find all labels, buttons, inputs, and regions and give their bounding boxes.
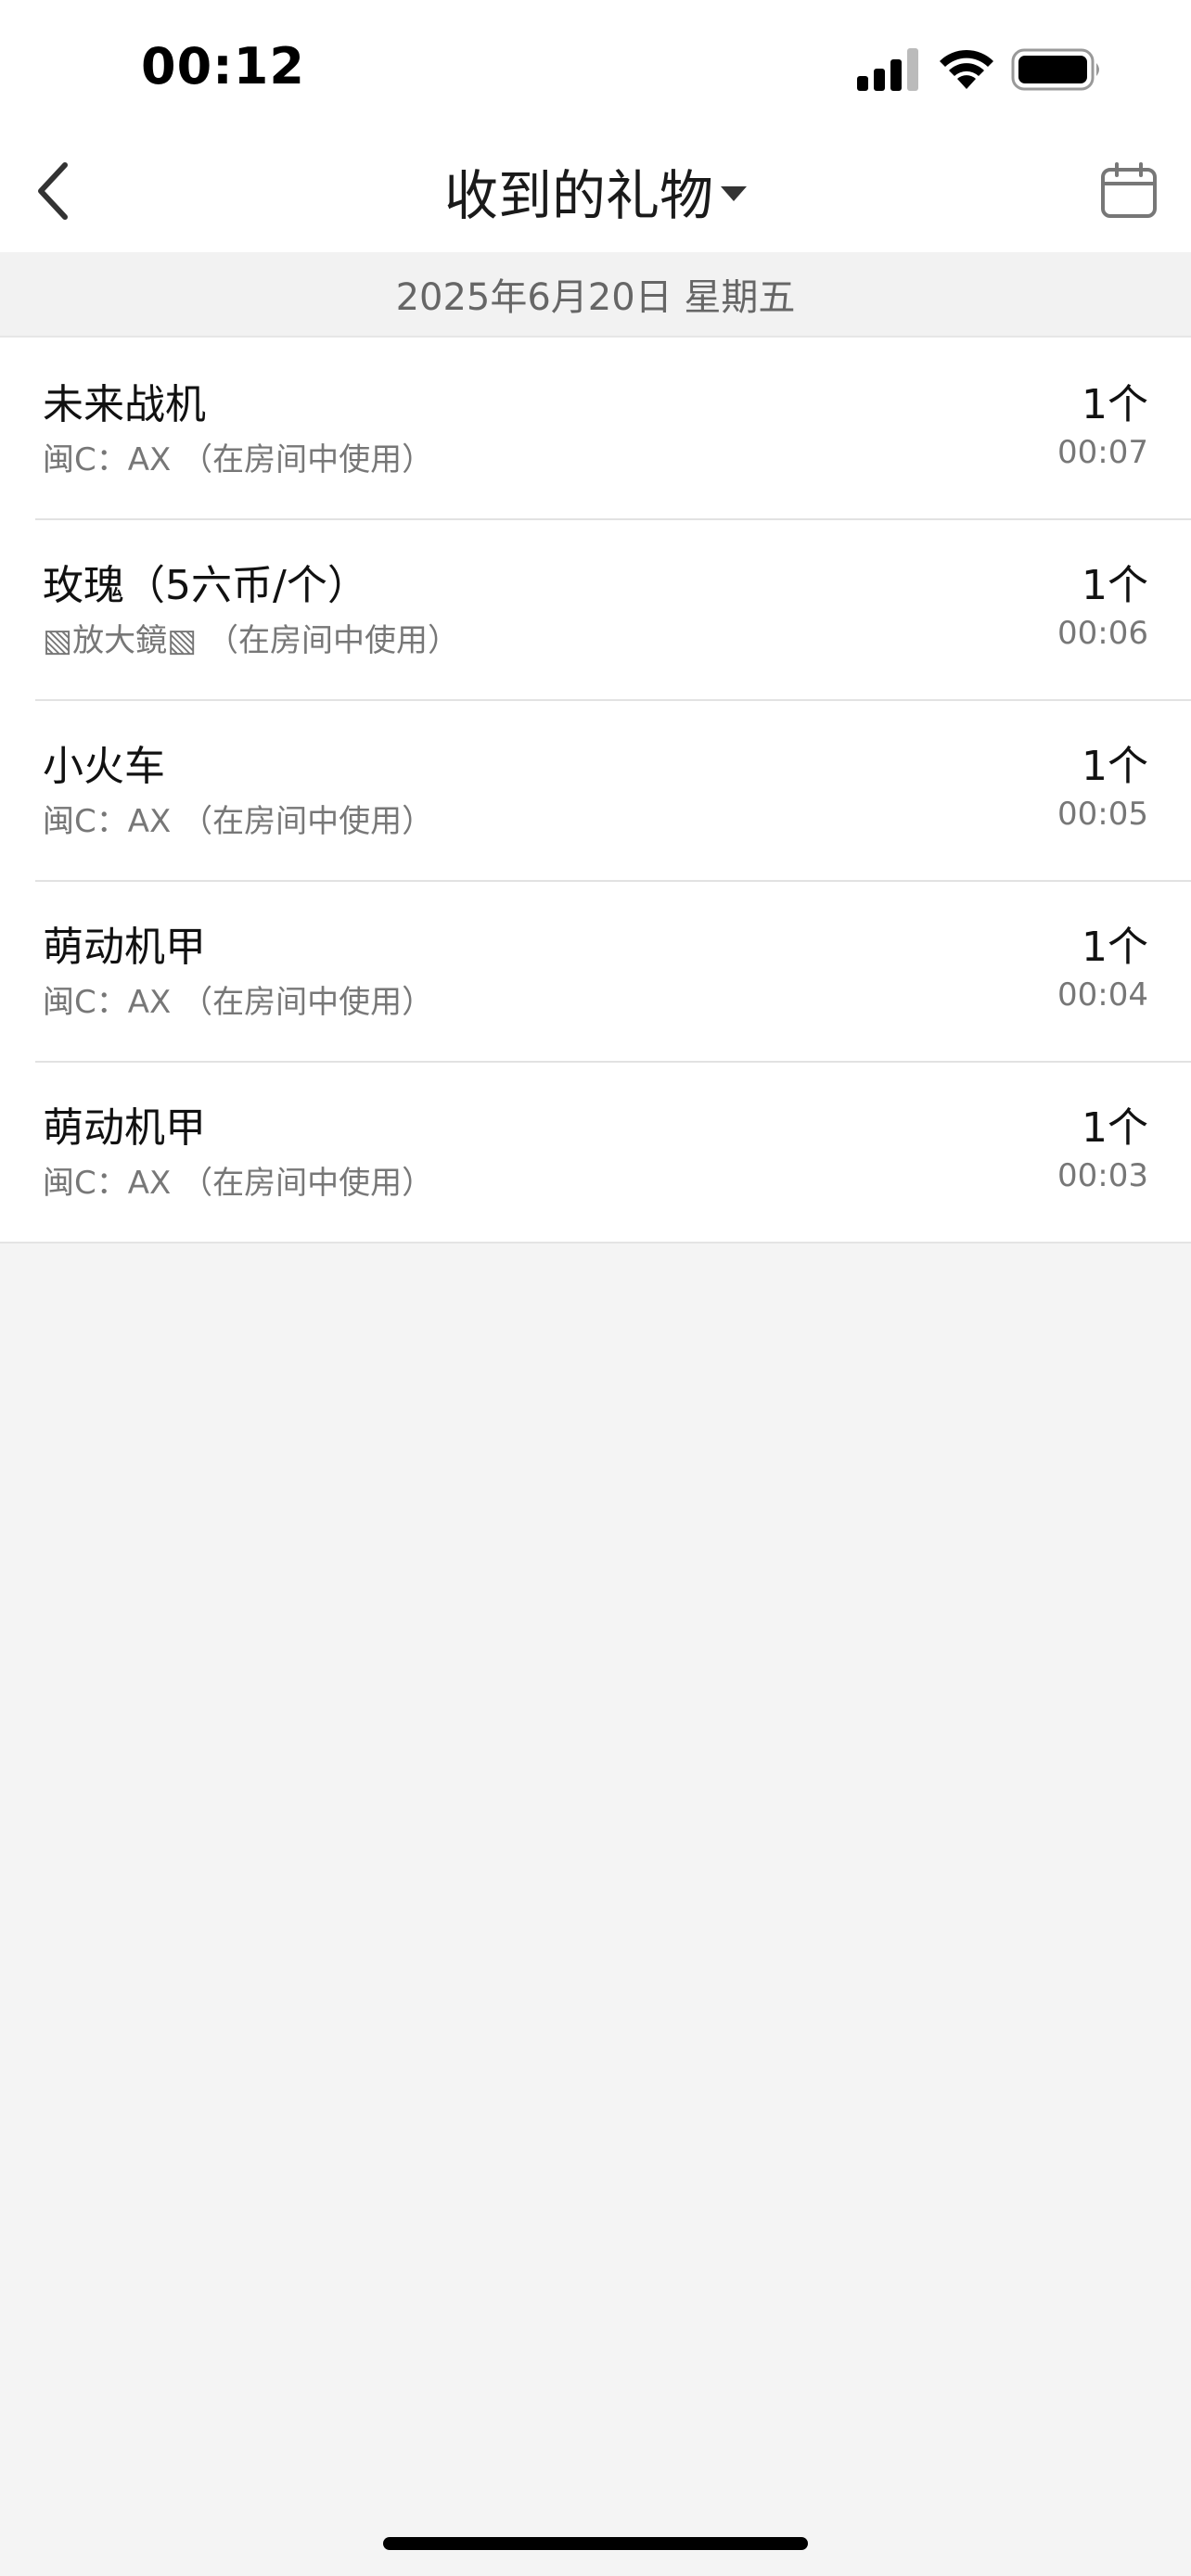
gift-row[interactable]: 小火车 闽C：AX （在房间中使用） 1个 00:05 <box>0 699 1191 880</box>
page-title: 收到的礼物 <box>443 164 713 227</box>
gift-time: 00:04 <box>1057 976 1148 1014</box>
wifi-icon <box>940 49 993 89</box>
status-time: 00:12 <box>141 37 305 96</box>
title-dropdown[interactable]: 收到的礼物 <box>0 130 1191 252</box>
gift-sender: ▧放大鏡▧ （在房间中使用） <box>43 622 460 659</box>
gift-count: 1个 <box>1082 1104 1148 1152</box>
gift-list: 未来战机 闽C：AX （在房间中使用） 1个 00:07 玫瑰（5六币/个） ▧… <box>0 338 1191 1243</box>
gift-name: 未来战机 <box>43 381 206 428</box>
gift-sender: 闽C：AX （在房间中使用） <box>43 803 434 840</box>
gift-row[interactable]: 萌动机甲 闽C：AX （在房间中使用） 1个 00:03 <box>0 1061 1191 1242</box>
gift-row[interactable]: 玫瑰（5六币/个） ▧放大鏡▧ （在房间中使用） 1个 00:06 <box>0 518 1191 699</box>
home-indicator[interactable] <box>383 2537 808 2550</box>
gift-count: 1个 <box>1082 924 1148 971</box>
cellular-signal-icon <box>857 48 918 91</box>
status-bar: 00:12 <box>0 0 1191 130</box>
gift-count: 1个 <box>1082 562 1148 609</box>
nav-bar: 收到的礼物 <box>0 130 1191 252</box>
gift-name: 萌动机甲 <box>43 924 206 971</box>
battery-icon <box>1011 48 1099 91</box>
gift-count: 1个 <box>1082 743 1148 790</box>
calendar-icon[interactable] <box>1100 161 1158 219</box>
caret-down-icon <box>721 186 747 201</box>
gift-name: 萌动机甲 <box>43 1104 206 1152</box>
gift-name: 小火车 <box>43 743 165 790</box>
gift-time: 00:07 <box>1057 434 1148 471</box>
gift-time: 00:06 <box>1057 615 1148 652</box>
gift-sender: 闽C：AX （在房间中使用） <box>43 441 434 478</box>
gift-sender: 闽C：AX （在房间中使用） <box>43 984 434 1021</box>
gift-time: 00:05 <box>1057 796 1148 833</box>
date-section-header: 2025年6月20日 星期五 <box>0 252 1191 338</box>
gift-sender: 闽C：AX （在房间中使用） <box>43 1165 434 1202</box>
gift-count: 1个 <box>1082 381 1148 428</box>
gift-row[interactable]: 萌动机甲 闽C：AX （在房间中使用） 1个 00:04 <box>0 880 1191 1061</box>
gift-row[interactable]: 未来战机 闽C：AX （在房间中使用） 1个 00:07 <box>0 338 1191 518</box>
gift-name: 玫瑰（5六币/个） <box>43 562 368 609</box>
gift-time: 00:03 <box>1057 1157 1148 1194</box>
